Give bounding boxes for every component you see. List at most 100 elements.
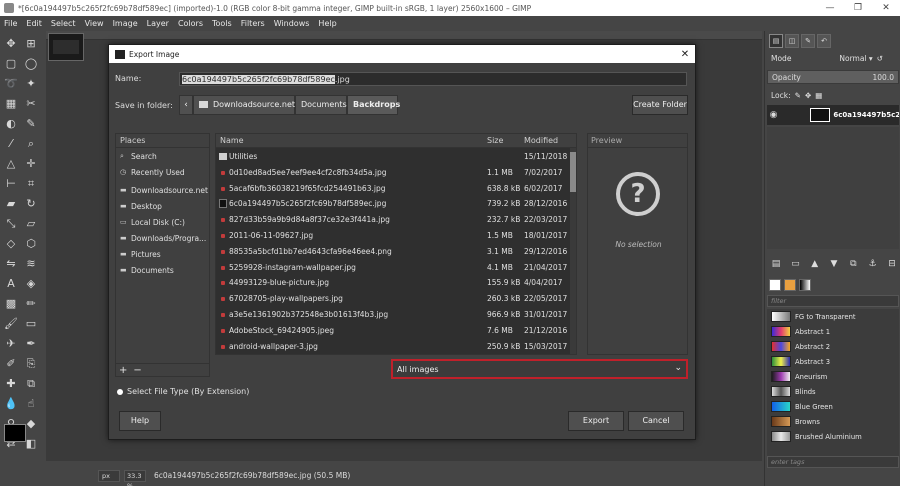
- pencil-icon[interactable]: ✏: [22, 295, 40, 313]
- move-icon[interactable]: ✛: [22, 155, 40, 173]
- mypaint-brush-icon[interactable]: ✐: [2, 355, 20, 373]
- place-downloads[interactable]: ▬ Downloads/Progra...: [116, 230, 209, 246]
- anchor-layer-icon[interactable]: ⚓: [866, 259, 880, 273]
- file-row[interactable]: 6c0a194497b5c265f2fc69b78df589ec.jpg 739.…: [216, 196, 568, 212]
- remove-bookmark-button[interactable]: −: [133, 365, 141, 376]
- smudge-icon[interactable]: ☝: [22, 395, 40, 413]
- zoom-icon[interactable]: ⌕: [22, 135, 40, 153]
- blur-icon[interactable]: 💧: [2, 395, 20, 413]
- duplicate-layer-icon[interactable]: ⧉: [846, 259, 860, 273]
- move-tool-icon[interactable]: ✥: [2, 35, 20, 53]
- filename-input[interactable]: 6c0a194497b5c265f2fc69b78df589ec .jpg: [179, 72, 687, 86]
- create-folder-button[interactable]: Create Folder: [632, 95, 688, 115]
- paintbrush-icon[interactable]: 🖌: [2, 315, 20, 333]
- patterns-tab-icon[interactable]: [784, 279, 796, 291]
- mode-reset-icon[interactable]: ↺: [877, 54, 883, 63]
- paths-tab-icon[interactable]: ✎: [801, 34, 815, 48]
- opacity-slider[interactable]: Opacity 100.0: [767, 70, 899, 84]
- column-size[interactable]: Size: [487, 136, 503, 145]
- layers-tab-icon[interactable]: ▤: [769, 34, 783, 48]
- perspective-clone-icon[interactable]: ⧉: [22, 375, 40, 393]
- file-row[interactable]: 67028705-play-wallpapers.jpg 260.3 kB 22/0…: [216, 291, 568, 307]
- file-row[interactable]: Utilities 15/11/2018: [216, 149, 568, 165]
- column-modified[interactable]: Modified: [524, 136, 558, 145]
- file-row[interactable]: android-wallpaper-3.jpg 250.9 kB 15/03/201…: [216, 339, 568, 355]
- select-file-type-expander[interactable]: Select File Type (By Extension): [117, 387, 249, 396]
- delete-layer-icon[interactable]: ⊟: [885, 259, 899, 273]
- new-layer-icon[interactable]: ▭: [788, 259, 802, 273]
- warp-icon[interactable]: ≋: [22, 255, 40, 273]
- blend-icon[interactable]: ▩: [2, 295, 20, 313]
- gradients-tab-icon[interactable]: [799, 279, 811, 291]
- file-row[interactable]: 44993129-blue-picture.jpg 155.9 kB 4/04/20…: [216, 275, 568, 291]
- menu-filters[interactable]: Filters: [241, 19, 265, 28]
- lock-pixels-icon[interactable]: ✎: [795, 91, 801, 100]
- unit-selector[interactable]: px: [98, 469, 120, 482]
- cage-icon[interactable]: ⬡: [22, 235, 40, 253]
- foreground-select-icon[interactable]: ◐: [2, 115, 20, 133]
- crop-icon[interactable]: ⌗: [22, 175, 40, 193]
- scrollbar-thumb[interactable]: [570, 152, 576, 192]
- file-row[interactable]: 827d33b59a9b9d84a8f37ce32e3f441a.jpg 232.…: [216, 212, 568, 228]
- file-row[interactable]: 5259928-instagram-wallpaper.jpg 4.1 MB 21/…: [216, 260, 568, 276]
- place-pictures[interactable]: ▬ Pictures: [116, 246, 209, 262]
- clone-icon[interactable]: ⎘: [22, 355, 40, 373]
- zoom-selector[interactable]: 33.3 %: [124, 469, 146, 486]
- gradient-item[interactable]: Blinds: [767, 384, 899, 399]
- file-row[interactable]: 5acaf6bfb36038219f65fcd254491b63.jpg 638.…: [216, 181, 568, 197]
- gradient-item[interactable]: Blue Green: [767, 399, 899, 414]
- menu-tools[interactable]: Tools: [212, 19, 232, 28]
- scale-icon[interactable]: ⤡: [2, 215, 20, 233]
- file-row[interactable]: 88535a5bcfd1bb7ed4643cfa96e46ee4.png 3.1 …: [216, 244, 568, 260]
- gradient-item[interactable]: Abstract 1: [767, 324, 899, 339]
- file-row[interactable]: AdobeStock_69424905.jpeg 7.6 MB 21/12/2016: [216, 323, 568, 339]
- lock-alpha-icon[interactable]: ▦: [815, 91, 822, 100]
- lasso-icon[interactable]: ➰: [2, 75, 20, 93]
- menu-help[interactable]: Help: [318, 19, 336, 28]
- gradient-item[interactable]: Aneurism: [767, 369, 899, 384]
- add-bookmark-button[interactable]: +: [119, 365, 127, 376]
- menu-view[interactable]: View: [85, 19, 104, 28]
- place-search[interactable]: ⌕ Search: [116, 148, 209, 164]
- place-desktop[interactable]: ▬ Desktop: [116, 198, 209, 214]
- export-button[interactable]: Export: [568, 411, 624, 431]
- gradient-filter-input[interactable]: filter: [767, 295, 899, 307]
- breadcrumb-backdrops[interactable]: Backdrops: [347, 95, 400, 115]
- close-window-button[interactable]: ✕: [872, 3, 900, 13]
- mode-dropdown[interactable]: Normal ▾: [839, 54, 872, 63]
- airbrush-icon[interactable]: ✈: [2, 335, 20, 353]
- bucket-fill-icon[interactable]: ◈: [22, 275, 40, 293]
- paths-icon[interactable]: ✎: [22, 115, 40, 133]
- channels-tab-icon[interactable]: ◫: [785, 34, 799, 48]
- gradient-item[interactable]: Browns: [767, 414, 899, 429]
- minimize-button[interactable]: —: [816, 3, 844, 13]
- transform-icon[interactable]: ▰: [2, 195, 20, 213]
- gradient-item[interactable]: Brushed Aluminium: [767, 429, 899, 444]
- lower-layer-icon[interactable]: ▼: [827, 259, 841, 273]
- foreground-color-swatch[interactable]: [4, 424, 26, 442]
- ellipse-select-icon[interactable]: ◯: [22, 55, 40, 73]
- breadcrumb-downloadsource[interactable]: Downloadsource.net: [193, 95, 295, 115]
- menu-edit[interactable]: Edit: [26, 19, 42, 28]
- help-button[interactable]: Help: [119, 411, 161, 431]
- cancel-button[interactable]: Cancel: [628, 411, 684, 431]
- flip-icon[interactable]: ⇋: [2, 255, 20, 273]
- breadcrumb-documents[interactable]: Documents: [295, 95, 347, 115]
- rect-select-icon[interactable]: ▢: [2, 55, 20, 73]
- place-downloadsource[interactable]: ▬ Downloadsource.net: [116, 182, 209, 198]
- new-layer-group-icon[interactable]: ▤: [769, 259, 783, 273]
- column-name[interactable]: Name: [220, 136, 244, 145]
- color-select-icon[interactable]: ▦: [2, 95, 20, 113]
- measure-icon[interactable]: △: [2, 155, 20, 173]
- eraser-icon[interactable]: ▭: [22, 315, 40, 333]
- tags-input[interactable]: enter tags: [767, 456, 899, 468]
- text-icon[interactable]: A: [2, 275, 20, 293]
- menu-layer[interactable]: Layer: [147, 19, 169, 28]
- menu-colors[interactable]: Colors: [178, 19, 203, 28]
- align-icon[interactable]: ⊢: [2, 175, 20, 193]
- gradient-item[interactable]: Abstract 3: [767, 354, 899, 369]
- rotate-icon[interactable]: ↻: [22, 195, 40, 213]
- maximize-button[interactable]: ❐: [844, 3, 872, 13]
- ink-icon[interactable]: ✒: [22, 335, 40, 353]
- layer-row[interactable]: ◉ 6c0a194497b5c265f: [767, 105, 899, 125]
